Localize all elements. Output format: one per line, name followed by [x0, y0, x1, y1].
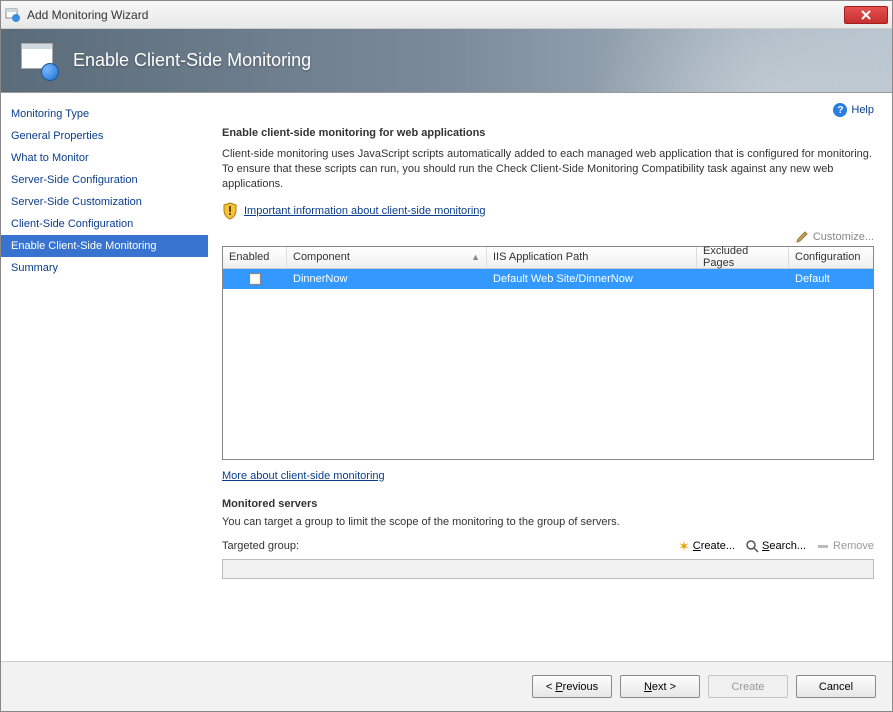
search-group-action[interactable]: Search... [745, 539, 806, 553]
cancel-button[interactable]: Cancel [796, 675, 876, 698]
table-row[interactable]: DinnerNow Default Web Site/DinnerNow Def… [223, 269, 873, 289]
table-body: DinnerNow Default Web Site/DinnerNow Def… [223, 269, 873, 289]
section-heading: Enable client-side monitoring for web ap… [222, 127, 874, 139]
sidebar-item-monitoring-type[interactable]: Monitoring Type [1, 103, 208, 125]
sidebar-item-client-side-configuration[interactable]: Client-Side Configuration [1, 213, 208, 235]
star-icon: ✶ [678, 538, 690, 555]
column-header-enabled[interactable]: Enabled [223, 247, 287, 268]
previous-button[interactable]: < Previous [532, 675, 612, 698]
header-banner: Enable Client-Side Monitoring [1, 29, 892, 93]
remove-group-action: Remove [816, 539, 874, 553]
enabled-checkbox[interactable] [249, 273, 261, 285]
cell-component: DinnerNow [287, 271, 487, 287]
header-icon [19, 41, 59, 81]
important-info-link[interactable]: Important information about client-side … [244, 205, 486, 217]
customize-row: Customize... [222, 230, 874, 244]
sidebar-item-summary[interactable]: Summary [1, 257, 208, 279]
column-header-component[interactable]: Component ▲ [287, 247, 487, 268]
create-label-tail: reate... [701, 540, 735, 552]
monitored-servers-heading: Monitored servers [222, 498, 874, 510]
cell-enabled [223, 271, 287, 287]
content-area: ? Help Enable client-side monitoring for… [208, 93, 892, 661]
cell-configuration: Default [789, 271, 873, 287]
close-button[interactable] [844, 6, 888, 24]
magnifier-icon [745, 539, 759, 553]
more-about-link[interactable]: More about client-side monitoring [222, 470, 385, 482]
monitored-servers-description: You can target a group to limit the scop… [222, 516, 874, 528]
important-info-row: Important information about client-side … [222, 202, 874, 220]
targeted-actions: ✶ Create... Search... Remove [678, 538, 874, 555]
create-button: Create [708, 675, 788, 698]
remove-label: Remove [833, 540, 874, 552]
cell-iis-path: Default Web Site/DinnerNow [487, 271, 697, 287]
body: Monitoring Type General Properties What … [1, 93, 892, 661]
section-description: Client-side monitoring uses JavaScript s… [222, 147, 874, 192]
footer: < Previous Next > Create Cancel [1, 661, 892, 711]
cell-excluded [697, 277, 789, 281]
pencil-icon [795, 230, 809, 244]
sidebar: Monitoring Type General Properties What … [1, 93, 208, 661]
shield-icon [222, 202, 238, 220]
header-title: Enable Client-Side Monitoring [73, 50, 311, 71]
next-button[interactable]: Next > [620, 675, 700, 698]
column-header-configuration[interactable]: Configuration [789, 247, 873, 268]
sidebar-item-server-side-customization[interactable]: Server-Side Customization [1, 191, 208, 213]
targeted-group-label: Targeted group: [222, 540, 299, 552]
previous-label-tail: revious [563, 681, 598, 693]
components-table: Enabled Component ▲ IIS Application Path… [222, 246, 874, 460]
next-label-tail: ext > [652, 681, 676, 693]
create-group-action[interactable]: ✶ Create... [678, 538, 735, 555]
column-header-iis-path[interactable]: IIS Application Path [487, 247, 697, 268]
sidebar-item-general-properties[interactable]: General Properties [1, 125, 208, 147]
remove-icon [816, 539, 830, 553]
customize-link[interactable]: Customize... [813, 231, 874, 243]
targeted-group-input[interactable] [222, 559, 874, 579]
wizard-window: Add Monitoring Wizard Enable Client-Side… [0, 0, 893, 712]
window-title: Add Monitoring Wizard [27, 8, 844, 22]
column-header-excluded[interactable]: Excluded Pages [697, 247, 789, 268]
help-row: ? Help [222, 103, 874, 117]
search-label-tail: earch... [769, 540, 806, 552]
sidebar-item-server-side-configuration[interactable]: Server-Side Configuration [1, 169, 208, 191]
titlebar: Add Monitoring Wizard [1, 1, 892, 29]
sidebar-item-what-to-monitor[interactable]: What to Monitor [1, 147, 208, 169]
help-link[interactable]: Help [851, 104, 874, 116]
sort-ascending-icon: ▲ [471, 252, 480, 262]
help-icon: ? [833, 103, 847, 117]
column-header-component-label: Component [293, 251, 350, 263]
more-link-row: More about client-side monitoring [222, 470, 874, 482]
close-icon [861, 10, 871, 20]
targeted-group-row: Targeted group: ✶ Create... Search... Re… [222, 538, 874, 555]
app-icon [5, 7, 21, 23]
table-header: Enabled Component ▲ IIS Application Path… [223, 247, 873, 269]
sidebar-item-enable-client-side-monitoring[interactable]: Enable Client-Side Monitoring [1, 235, 208, 257]
